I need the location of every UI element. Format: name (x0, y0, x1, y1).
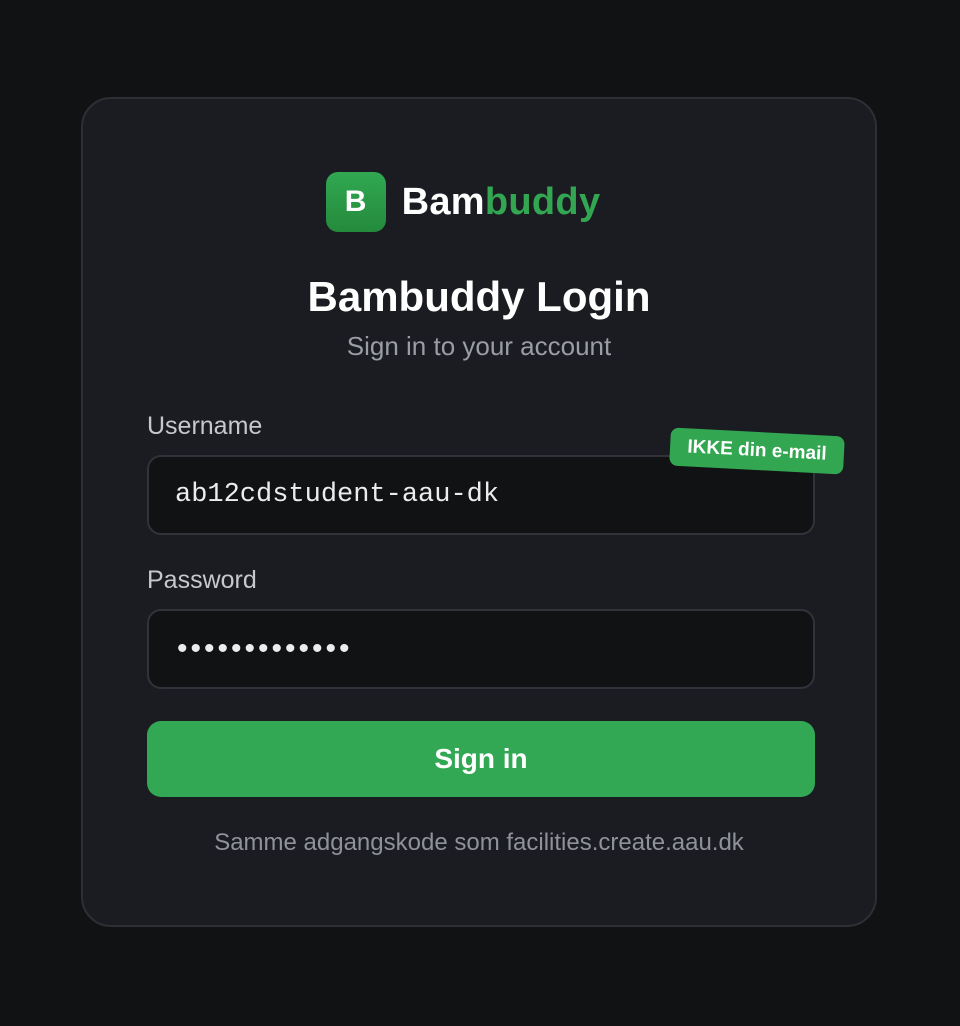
brand-header: B Bambuddy (83, 172, 875, 232)
password-value: ••••••••••••• (177, 632, 353, 665)
sign-in-label: Sign in (434, 743, 528, 774)
sign-in-button[interactable]: Sign in (147, 721, 815, 797)
username-value: ab12cdstudent-aau-dk (175, 480, 500, 510)
brand-name-part2: buddy (484, 180, 601, 223)
page-title: Bambuddy Login (307, 273, 651, 320)
bambuddy-logo-icon: B (325, 172, 386, 232)
brand-name: Bambuddy (402, 181, 601, 224)
password-hint: Samme adgangskode som facilities.create.… (214, 829, 744, 856)
password-label: Password (147, 566, 257, 594)
logo-letter: B (344, 185, 367, 218)
username-label: Username (147, 412, 263, 440)
password-input[interactable]: ••••••••••••• (147, 609, 815, 689)
brand-name-part1: Bam (401, 180, 485, 223)
page-subtitle: Sign in to your account (346, 331, 612, 361)
login-card: B Bambuddy Bambuddy Login Sign in to you… (81, 97, 877, 927)
